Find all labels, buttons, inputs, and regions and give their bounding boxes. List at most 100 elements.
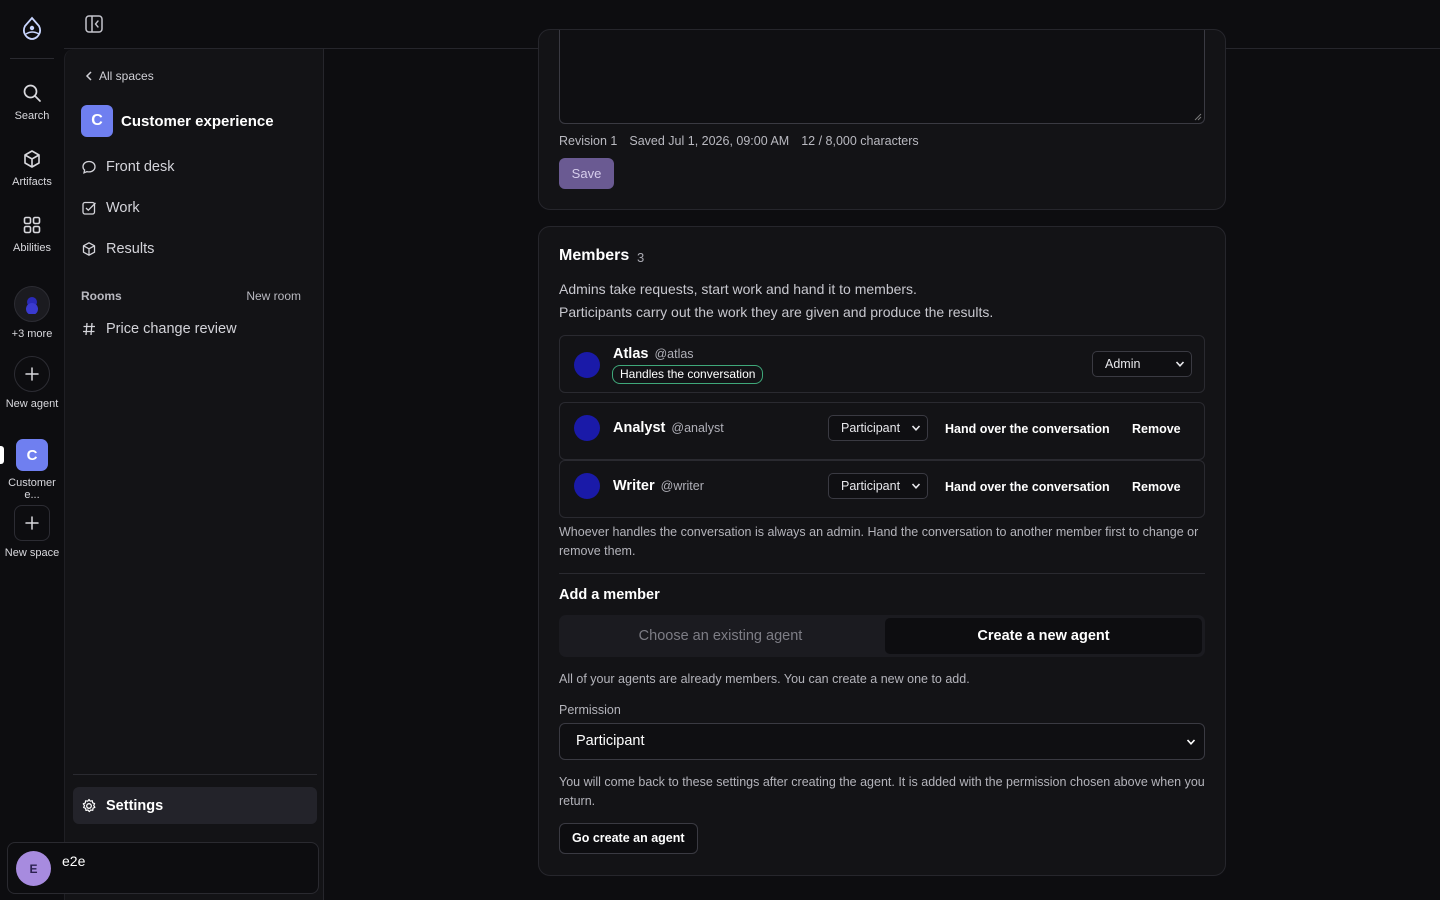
nav-results-label: Results	[106, 241, 155, 257]
remove-button[interactable]: Remove	[1132, 422, 1181, 436]
members-title: Members	[559, 247, 630, 264]
rail-more-label: +3 more	[11, 328, 53, 340]
saved-timestamp: Saved Jul 1, 2026, 09:00 AM	[629, 134, 790, 148]
rail-abilities-label: Abilities	[13, 242, 51, 254]
member-row-atlas: Atlas @atlas Handles the conversation Adm…	[559, 335, 1205, 393]
rail-new-agent[interactable]: New agent	[0, 356, 64, 410]
new-space-button[interactable]	[14, 505, 50, 541]
rail-new-space[interactable]: New space	[0, 505, 64, 559]
sidebar-divider	[73, 774, 317, 775]
resize-handle-icon[interactable]	[1194, 113, 1202, 121]
room-item[interactable]: Price change review	[81, 313, 311, 345]
all-spaces-link[interactable]: All spaces	[85, 69, 154, 83]
space-sidebar: All spaces C Customer experience Front d…	[7, 49, 324, 900]
nav-front-desk[interactable]: Front desk	[81, 151, 311, 183]
hand-over-button[interactable]: Hand over the conversation	[945, 422, 1110, 436]
avatar	[574, 473, 600, 499]
revision-meta: Revision 1 Saved Jul 1, 2026, 09:00 AM 1…	[559, 134, 919, 148]
plus-icon	[25, 516, 39, 530]
main-content: Revision 1 Saved Jul 1, 2026, 09:00 AM 1…	[324, 29, 1440, 900]
agent-avatar-stack	[14, 286, 50, 322]
all-members-note: All of your agents are already members. …	[559, 672, 970, 686]
app-logo-icon[interactable]	[19, 16, 45, 42]
character-count: 12 / 8,000 characters	[801, 134, 919, 148]
rail-search-label: Search	[14, 110, 50, 122]
member-handle: @atlas	[654, 347, 694, 361]
tab-choose-existing[interactable]: Choose an existing agent	[562, 618, 879, 654]
cube-icon	[82, 242, 96, 256]
member-row-analyst: Analyst @analyst Participant Hand over th…	[559, 402, 1205, 460]
member-name: Analyst @analyst	[613, 420, 724, 436]
plus-icon	[25, 367, 39, 381]
user-name: e2e	[62, 853, 86, 869]
checkbox-icon	[82, 201, 96, 215]
all-spaces-label: All spaces	[99, 69, 154, 83]
rail-space-customer[interactable]: C Customer e...	[0, 439, 64, 501]
settings-label: Settings	[106, 797, 164, 814]
members-description-admins: Admins take requests, start work and han…	[559, 281, 917, 297]
hash-icon	[83, 322, 95, 336]
rail-divider	[10, 58, 54, 59]
rail-search[interactable]: Search	[0, 82, 64, 122]
rooms-label: Rooms	[81, 289, 122, 303]
rail-artifacts[interactable]: Artifacts	[0, 148, 64, 188]
avatar	[574, 415, 600, 441]
nav-results[interactable]: Results	[81, 233, 311, 265]
role-select[interactable]: Admin	[1092, 351, 1192, 377]
new-room-button[interactable]: New room	[246, 289, 301, 303]
member-handle: @writer	[660, 479, 704, 493]
rail-space-label: Customer e...	[8, 477, 56, 501]
rail-abilities[interactable]: Abilities	[0, 214, 64, 254]
handles-conversation-badge: Handles the conversation	[612, 365, 764, 384]
chevron-down-icon	[911, 483, 921, 489]
go-create-agent-button[interactable]: Go create an agent	[559, 823, 698, 854]
nav-work[interactable]: Work	[81, 192, 311, 224]
space-tile: C	[16, 439, 48, 471]
chat-bubble-icon	[82, 160, 96, 174]
sidebar-toggle-icon[interactable]	[84, 14, 104, 34]
permission-select-value: Participant	[576, 733, 645, 749]
member-row-writer: Writer @writer Participant Hand over the …	[559, 460, 1205, 518]
agents-icon	[26, 297, 38, 314]
avatar: E	[16, 851, 51, 886]
handover-note: Whoever handles the conversation is alwa…	[559, 525, 1199, 558]
members-description-participants: Participants carry out the work they are…	[559, 304, 994, 320]
permission-select[interactable]: Participant	[559, 723, 1205, 760]
nav-front-desk-label: Front desk	[106, 159, 175, 175]
room-label: Price change review	[106, 321, 237, 337]
member-name: Writer @writer	[613, 478, 704, 494]
instructions-textarea[interactable]	[559, 30, 1205, 124]
rail-agents-more[interactable]: +3 more	[0, 286, 64, 340]
permission-label: Permission	[559, 703, 621, 717]
rail-new-space-label: New space	[4, 547, 60, 559]
role-select-value: Admin	[1105, 357, 1141, 371]
grid-icon	[23, 216, 41, 234]
user-menu[interactable]: E e2e	[7, 842, 319, 894]
space-header: C Customer experience	[81, 105, 274, 137]
new-agent-button[interactable]	[14, 356, 50, 392]
app-rail: Search Artifacts Abilities +3 more New a…	[0, 0, 64, 900]
settings-nav-item[interactable]: Settings	[73, 787, 317, 824]
save-button[interactable]: Save	[559, 158, 614, 189]
return-note: You will come back to these settings aft…	[559, 775, 1205, 808]
chevron-down-icon	[1186, 739, 1196, 745]
rail-artifacts-label: Artifacts	[12, 176, 52, 188]
rooms-header: Rooms New room	[81, 289, 301, 303]
tab-create-new[interactable]: Create a new agent	[885, 618, 1202, 654]
role-select[interactable]: Participant	[828, 415, 928, 441]
add-member-tabs: Choose an existing agent Create a new ag…	[559, 615, 1205, 657]
members-count: 3	[637, 250, 645, 265]
space-avatar: C	[81, 105, 113, 137]
space-name: Customer experience	[121, 112, 274, 130]
chevron-left-icon	[85, 71, 92, 81]
nav-work-label: Work	[106, 200, 140, 216]
add-member-title: Add a member	[559, 587, 660, 603]
section-divider	[559, 573, 1205, 574]
search-icon	[23, 84, 41, 102]
role-select[interactable]: Participant	[828, 473, 928, 499]
remove-button[interactable]: Remove	[1132, 480, 1181, 494]
hand-over-button[interactable]: Hand over the conversation	[945, 480, 1110, 494]
chevron-down-icon	[911, 425, 921, 431]
cube-icon	[24, 150, 40, 168]
rail-new-agent-label: New agent	[5, 398, 59, 410]
